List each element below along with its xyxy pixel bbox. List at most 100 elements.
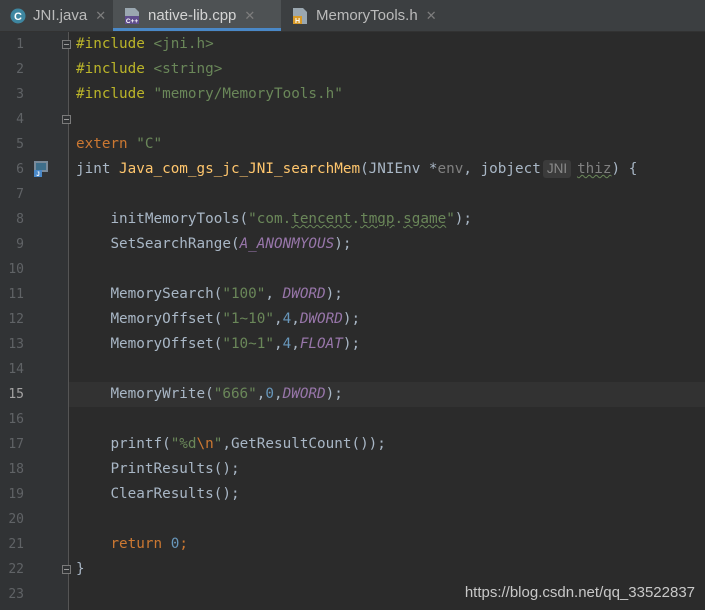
tab-label: JNI.java — [33, 7, 88, 24]
editor-tab-bar: C JNI.java ✕ C++ native-lib.cpp ✕ H Memo… — [0, 0, 705, 32]
call: MemorySearch( — [110, 286, 223, 302]
code-line-15: MemoryWrite("666",0,DWORD); — [0, 382, 705, 407]
number-literal: 4 — [282, 336, 292, 352]
string-literal: "666" — [213, 386, 257, 402]
code-line-13: MemoryOffset("10~1",4,FLOAT); — [0, 332, 705, 357]
statement-end: ); — [454, 211, 473, 227]
string-literal: "10~1" — [222, 336, 274, 352]
string-literal: "C" — [136, 136, 163, 152]
code-line-18: PrintResults(); — [0, 457, 705, 482]
close-icon[interactable]: ✕ — [95, 8, 106, 24]
statement-end: ; — [179, 536, 188, 552]
macro: DWORD — [282, 386, 326, 402]
code-line-2: #include <string> — [0, 57, 705, 82]
call-rest: ,GetResultCount()); — [222, 436, 386, 452]
tab-jni-java[interactable]: C JNI.java ✕ — [0, 0, 113, 31]
svg-text:H: H — [295, 18, 300, 25]
statement-end: ); — [342, 311, 361, 327]
escape-sequence: \n — [196, 436, 214, 452]
code-line-8: initMemoryTools("com.tencent.tmgp.sgame"… — [0, 207, 705, 232]
separator: , — [291, 336, 300, 352]
code-line-1: #include <jni.h> — [0, 32, 705, 57]
include-target: "memory/MemoryTools.h" — [153, 86, 343, 102]
separator: , — [274, 336, 283, 352]
call: printf( — [110, 436, 171, 452]
macro: A_ANONMYOUS — [239, 236, 335, 252]
separator: , jobject — [463, 161, 541, 177]
tab-memorytools-h[interactable]: H MemoryTools.h ✕ — [281, 0, 451, 31]
close-icon[interactable]: ✕ — [426, 8, 437, 24]
code-line-12: MemoryOffset("1~10",4,DWORD); — [0, 307, 705, 332]
include-target: <jni.h> — [153, 36, 214, 52]
param-type: (JNIEnv * — [360, 161, 438, 177]
code-line-5: extern "C" — [0, 132, 705, 157]
code-editor[interactable]: 1 2 3 4 5 6 7 8 9 10 11 12 13 14 15 16 1… — [0, 32, 705, 610]
line-number: 7 — [16, 187, 24, 202]
function-name: Java_com_gs_jc_JNI_searchMem — [119, 161, 361, 177]
include-target: <string> — [153, 61, 223, 77]
string-part-typo: tencent — [291, 211, 352, 227]
line-number: 10 — [8, 262, 24, 277]
preprocessor: #include — [76, 36, 145, 52]
code-line-11: MemorySearch("100", DWORD); — [0, 282, 705, 307]
tab-label: MemoryTools.h — [316, 7, 418, 24]
string-part-typo: sgame — [403, 211, 447, 227]
signature-end: ) { — [611, 161, 638, 177]
preprocessor: #include — [76, 86, 145, 102]
statement-end: ); — [325, 386, 343, 402]
tab-native-lib-cpp[interactable]: C++ native-lib.cpp ✕ — [113, 0, 281, 31]
macro: DWORD — [282, 286, 326, 302]
close-icon[interactable]: ✕ — [244, 8, 255, 24]
macro: FLOAT — [299, 336, 343, 352]
fold-marker-icon[interactable] — [62, 115, 71, 124]
separator: , — [274, 311, 283, 327]
code-line-21: return 0; — [0, 532, 705, 557]
parameter-hint: JNI — [542, 160, 572, 178]
string-part: . — [394, 211, 404, 227]
code-line-6: jint Java_com_gs_jc_JNI_searchMem(JNIEnv… — [0, 157, 705, 182]
call: SetSearchRange( — [110, 236, 240, 252]
code-line-17: printf("%d\n",GetResultCount()); — [0, 432, 705, 457]
code-line-22: } — [0, 557, 705, 582]
string-part: " — [446, 211, 455, 227]
string-literal: "1~10" — [222, 311, 274, 327]
line-number: 20 — [8, 512, 24, 527]
line-number: 23 — [8, 587, 24, 602]
number-literal: 0 — [265, 386, 274, 402]
separator: , — [291, 311, 300, 327]
statement-end: ); — [334, 236, 352, 252]
string-part: . — [351, 211, 361, 227]
param-name: env — [437, 161, 464, 177]
watermark: https://blog.csdn.net/qq_33522837 — [464, 584, 695, 601]
line-number: 4 — [16, 112, 24, 127]
java-class-icon: C — [10, 8, 26, 24]
statement-end: ); — [325, 286, 343, 302]
separator: , — [274, 386, 283, 402]
line-number: 14 — [8, 362, 24, 377]
statement-end: ); — [342, 336, 361, 352]
return-type: jint — [76, 161, 111, 177]
keyword: extern — [76, 136, 128, 152]
string-part: "com. — [248, 211, 292, 227]
string-part-typo: tmgp — [360, 211, 395, 227]
preprocessor: #include — [76, 61, 145, 77]
svg-text:C: C — [14, 11, 22, 23]
code-line-9: SetSearchRange(A_ANONMYOUS); — [0, 232, 705, 257]
string-part: "%d — [170, 436, 197, 452]
call: ClearResults(); — [110, 486, 240, 502]
call: MemoryOffset( — [110, 336, 223, 352]
line-number: 16 — [8, 412, 24, 427]
string-literal: "100" — [222, 286, 266, 302]
svg-text:C++: C++ — [126, 18, 138, 25]
header-file-icon: H — [291, 7, 309, 25]
call: MemoryOffset( — [110, 311, 223, 327]
tab-label: native-lib.cpp — [148, 7, 237, 24]
call: PrintResults(); — [110, 461, 240, 477]
closing-brace: } — [76, 561, 85, 577]
cpp-file-icon: C++ — [123, 7, 141, 25]
param-name-unused: thiz — [577, 161, 612, 177]
macro: DWORD — [299, 311, 343, 327]
call: MemoryWrite( — [110, 386, 214, 402]
keyword: return — [110, 536, 163, 552]
code-line-3: #include "memory/MemoryTools.h" — [0, 82, 705, 107]
